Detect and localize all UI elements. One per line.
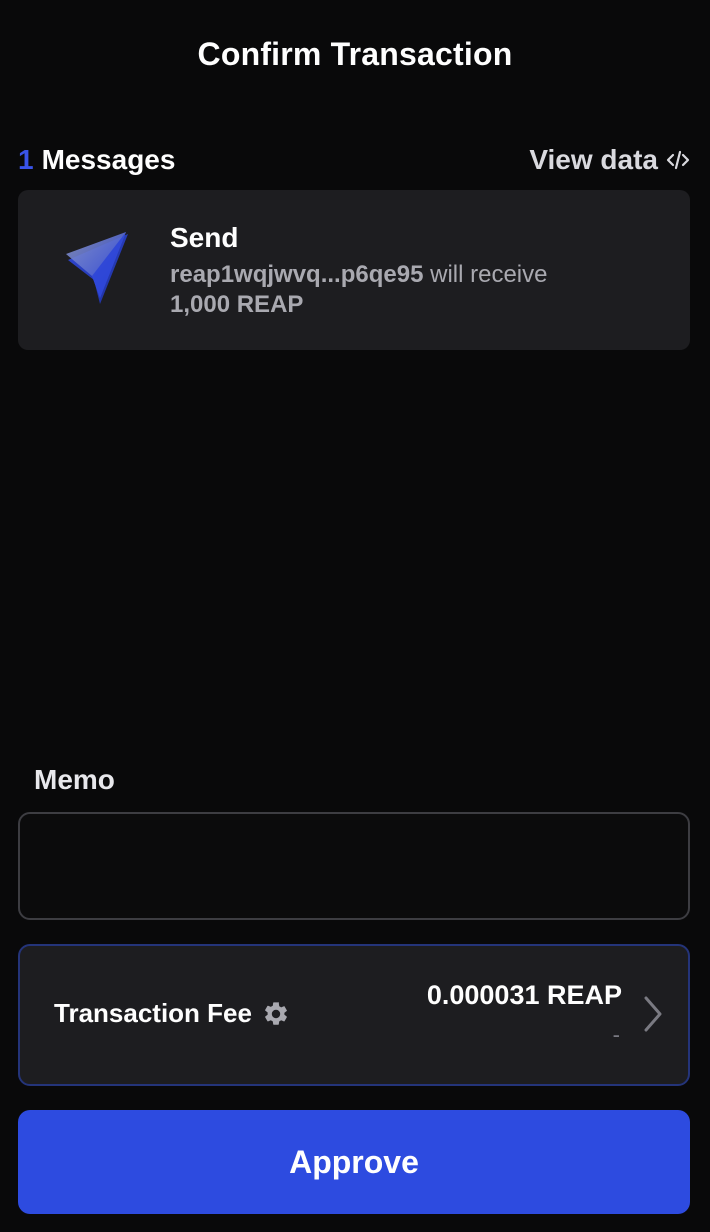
- messages-label: Messages: [41, 144, 176, 175]
- message-amount: 1,000 REAP: [170, 291, 304, 318]
- fee-amount: 0.000031 REAP: [426, 980, 622, 1010]
- memo-input[interactable]: [18, 812, 690, 920]
- send-arrow-icon: [66, 232, 128, 304]
- messages-count: 1: [18, 144, 34, 175]
- chevron-right-icon: [644, 996, 662, 1032]
- message-details: Send reap1wqjwvq...p6qe95 will receive 1…: [170, 222, 547, 320]
- memo-label: Memo: [34, 764, 115, 795]
- fee-fiat-value: -: [612, 1022, 620, 1047]
- view-data-button[interactable]: View data: [529, 144, 690, 176]
- action-text: will receive: [430, 261, 548, 288]
- approve-button[interactable]: Approve: [18, 1110, 690, 1214]
- view-data-label: View data: [529, 144, 658, 175]
- fee-label-group: Transaction Fee: [54, 998, 290, 1029]
- messages-header: 1 Messages View data: [18, 140, 690, 180]
- fee-label: Transaction Fee: [54, 998, 252, 1028]
- message-card: Send reap1wqjwvq...p6qe95 will receive 1…: [18, 190, 690, 350]
- page-title: Confirm Transaction: [197, 36, 513, 72]
- recipient-address: reap1wqjwvq...p6qe95: [170, 261, 424, 288]
- messages-count-label: 1 Messages: [18, 144, 175, 176]
- transaction-fee-selector[interactable]: Transaction Fee 0.000031 REAP -: [18, 944, 690, 1086]
- message-amount-line: 1,000 REAP: [170, 290, 547, 320]
- code-icon: [666, 150, 690, 170]
- message-description: reap1wqjwvq...p6qe95 will receive: [170, 260, 547, 290]
- message-type: Send: [170, 222, 239, 253]
- gear-icon[interactable]: [262, 1000, 290, 1028]
